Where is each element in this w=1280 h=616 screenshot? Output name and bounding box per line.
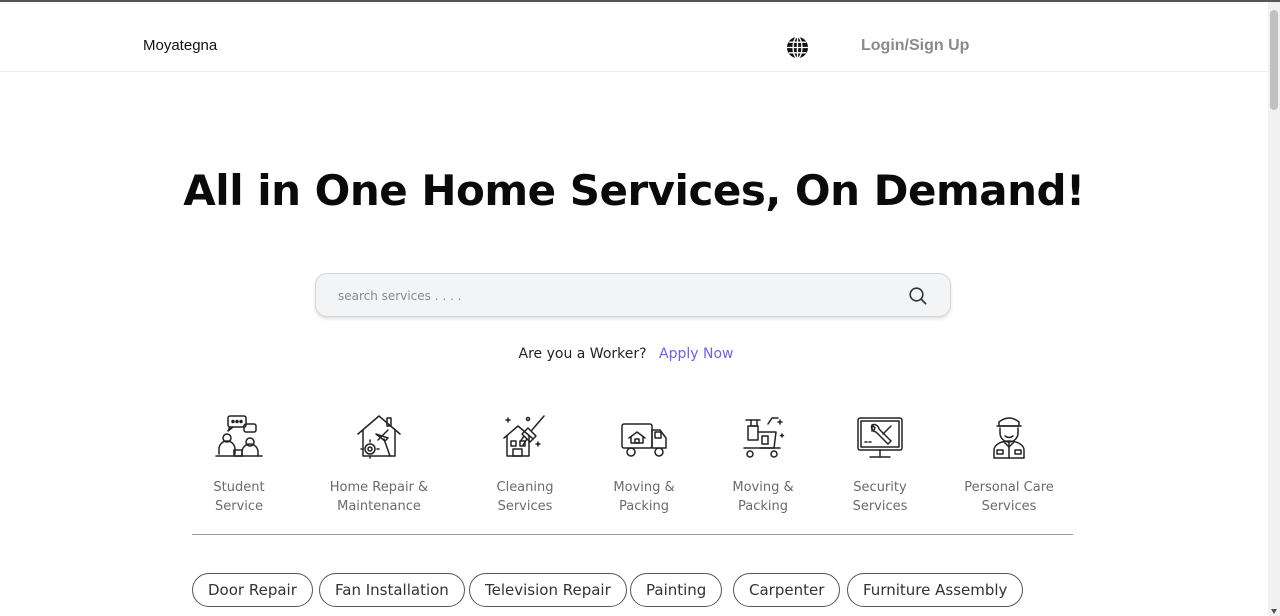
search-icon[interactable] <box>908 286 928 306</box>
page-scrollbar[interactable] <box>1268 2 1280 616</box>
search-bar <box>315 273 951 317</box>
house-repair-icon <box>357 415 401 459</box>
category-label-line1: Home Repair & <box>329 480 429 495</box>
worker-cta: Are you a Worker? Apply Now <box>0 346 1252 362</box>
globe-icon[interactable] <box>786 36 809 59</box>
category-label-line2: Service <box>214 499 264 514</box>
category-label-line2: Packing <box>737 499 788 514</box>
cleaning-cart-icon <box>743 417 785 458</box>
chip-fan-installation[interactable]: Fan Installation <box>319 573 465 607</box>
student-service-icon <box>215 415 263 457</box>
category-label-line2: Maintenance <box>337 499 421 514</box>
chip-furniture-assembly[interactable]: Furniture Assembly <box>847 573 1024 607</box>
moving-truck-icon <box>621 423 667 457</box>
monitor-tools-icon <box>857 417 903 458</box>
category-label-line1: Moving & <box>732 480 794 495</box>
category-moving-packing[interactable]: Moving & Packing <box>604 412 684 516</box>
category-label-line2: Services <box>852 499 908 514</box>
category-personal-care[interactable]: Personal Care Services <box>962 412 1056 516</box>
chip-television-repair[interactable]: Television Repair <box>469 573 627 607</box>
login-signup-link[interactable]: Login/Sign Up <box>861 37 969 55</box>
section-divider <box>192 534 1073 535</box>
chip-carpenter[interactable]: Carpenter <box>733 573 841 607</box>
category-label-line2: Services <box>981 499 1037 514</box>
category-label-line1: Personal Care <box>964 480 1054 495</box>
category-moving-packing-2[interactable]: Moving & Packing <box>723 412 803 516</box>
category-label-line1: Moving & <box>613 480 675 495</box>
chip-painting[interactable]: Painting <box>630 573 723 607</box>
search-input[interactable] <box>338 285 898 307</box>
category-label-line2: Packing <box>618 499 669 514</box>
category-label-line1: Security <box>853 480 907 495</box>
scroll-down-arrow-icon[interactable] <box>1271 609 1277 614</box>
category-student-service[interactable]: Student Service <box>198 412 280 516</box>
worker-question: Are you a Worker? <box>518 346 647 362</box>
chip-door-repair[interactable]: Door Repair <box>192 573 313 607</box>
category-label-line1: Student <box>213 480 265 495</box>
category-label-line1: Cleaning <box>496 480 554 495</box>
category-cleaning-services[interactable]: Cleaning Services <box>485 412 565 516</box>
category-label-line2: Services <box>497 499 553 514</box>
category-security-services[interactable]: Security Services <box>840 412 920 516</box>
apply-now-link[interactable]: Apply Now <box>659 346 733 362</box>
hero-title: All in One Home Services, On Demand! <box>183 166 1085 215</box>
scrollbar-thumb[interactable] <box>1270 10 1278 110</box>
category-home-repair[interactable]: Home Repair & Maintenance <box>329 412 429 516</box>
brand-logo[interactable]: Moyategna <box>143 37 217 54</box>
security-guard-icon <box>993 417 1025 459</box>
cleaning-house-icon <box>503 415 545 457</box>
